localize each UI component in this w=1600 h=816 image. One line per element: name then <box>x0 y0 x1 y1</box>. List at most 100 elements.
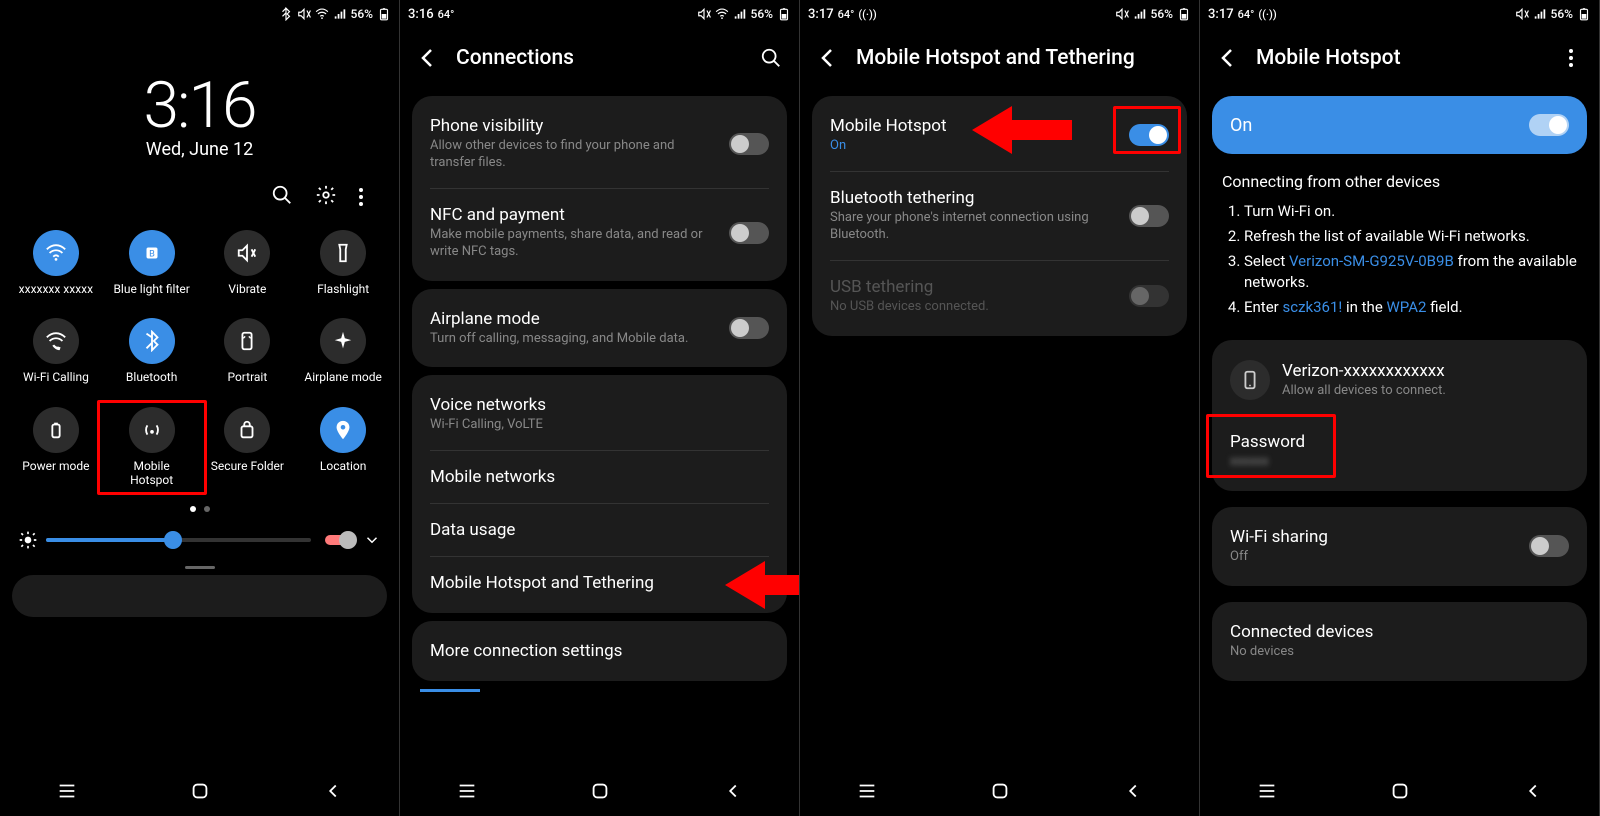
battery-icon <box>1177 7 1191 21</box>
qs-tile-flashlight[interactable]: Flashlight <box>295 230 391 296</box>
auto-brightness-toggle[interactable] <box>325 535 355 545</box>
password-row[interactable]: Password xxxxxx <box>1212 416 1587 487</box>
nav-home[interactable] <box>188 779 212 803</box>
row-title: Airplane mode <box>430 309 717 329</box>
brightness-slider[interactable] <box>46 538 311 542</box>
network-sub: Allow all devices to connect. <box>1282 383 1569 400</box>
qs-tile-wificalling[interactable]: Wi-Fi Calling <box>8 318 104 384</box>
qs-tile-vibrate[interactable]: Vibrate <box>200 230 296 296</box>
settings-row[interactable]: NFC and paymentMake mobile payments, sha… <box>412 189 787 277</box>
nav-back[interactable] <box>1121 779 1145 803</box>
row-toggle[interactable] <box>729 222 769 244</box>
nav-back[interactable] <box>1521 779 1545 803</box>
portrait-icon <box>224 318 270 364</box>
settings-card: Airplane modeTurn off calling, messaging… <box>412 289 787 368</box>
qs-grid: xxxxxxx xxxxx BBlue light filterVibrateFl… <box>0 220 399 498</box>
wifishare-label: Wi-Fi sharing <box>1230 527 1517 547</box>
page-title: Mobile Hotspot <box>1256 46 1543 70</box>
qs-tile-wifi[interactable]: xxxxxxx xxxxx <box>8 230 104 296</box>
phone-tethering: 3:17 64° ((·)) 56% Mobile Hotspot and Te… <box>800 0 1200 816</box>
instruction-step: Select Verizon-SM-G925V-0B9B from the av… <box>1244 251 1577 293</box>
hotspot-on-bar[interactable]: On <box>1212 96 1587 154</box>
network-card: Verizon-xxxxxxxxxxxx Allow all devices t… <box>1212 340 1587 491</box>
password-label: Password <box>1230 432 1569 452</box>
settings-card: More connection settings <box>412 621 787 681</box>
search-button[interactable] <box>759 46 783 70</box>
row-toggle <box>1129 285 1169 307</box>
row-toggle[interactable] <box>1129 205 1169 227</box>
qs-tile-bluetooth[interactable]: Bluetooth <box>104 318 200 384</box>
connected-card: Connected devices No devices <box>1212 602 1587 681</box>
mute-icon <box>297 7 311 21</box>
nav-recents[interactable] <box>855 779 879 803</box>
qs-tile-location[interactable]: Location <box>295 407 391 488</box>
nav-home[interactable] <box>988 779 1012 803</box>
settings-row[interactable]: Mobile HotspotOn <box>812 100 1187 171</box>
connected-sub: No devices <box>1230 644 1569 661</box>
navbar <box>0 766 399 816</box>
settings-row[interactable]: Bluetooth tetheringShare your phone's in… <box>812 172 1187 260</box>
wifi-icon <box>33 230 79 276</box>
qs-tile-airplane[interactable]: Airplane mode <box>295 318 391 384</box>
more-button[interactable] <box>1559 46 1583 70</box>
instructions-heading: Connecting from other devices <box>1222 172 1577 191</box>
hotspot-icon: ((·)) <box>858 8 876 21</box>
mute-icon <box>697 7 711 21</box>
settings-row[interactable]: More connection settings <box>412 625 787 677</box>
settings-card: Phone visibilityAllow other devices to f… <box>412 96 787 281</box>
qs-tile-portrait[interactable]: Portrait <box>200 318 296 384</box>
mute-icon <box>1115 7 1129 21</box>
search-icon[interactable] <box>271 184 293 210</box>
hotspot-toggle[interactable] <box>1529 114 1569 136</box>
chevron-down-icon[interactable] <box>363 531 381 549</box>
location-icon <box>320 407 366 453</box>
nav-back[interactable] <box>321 779 345 803</box>
header: Mobile Hotspot and Tethering <box>800 28 1199 88</box>
qs-tile-bluelight[interactable]: BBlue light filter <box>104 230 200 296</box>
page-title: Connections <box>456 46 743 70</box>
nav-recents[interactable] <box>455 779 479 803</box>
settings-row[interactable]: Voice networksWi-Fi Calling, VoLTE <box>412 379 787 450</box>
network-row[interactable]: Verizon-xxxxxxxxxxxx Allow all devices t… <box>1212 344 1587 416</box>
notification[interactable] <box>12 575 387 617</box>
brightness-row <box>0 520 399 560</box>
settings-row[interactable]: Mobile Hotspot and Tethering <box>412 557 787 609</box>
row-toggle[interactable] <box>1129 124 1169 146</box>
wifishare-toggle[interactable] <box>1529 535 1569 557</box>
wifi-icon <box>315 7 329 21</box>
wifishare-row[interactable]: Wi-Fi sharing Off <box>1212 511 1587 582</box>
battery-icon <box>777 7 791 21</box>
nav-back[interactable] <box>721 779 745 803</box>
qs-label: Location <box>320 459 366 473</box>
row-title: More connection settings <box>430 641 769 661</box>
gear-icon[interactable] <box>315 184 337 210</box>
settings-row[interactable]: Data usage <box>412 504 787 556</box>
back-button[interactable] <box>816 46 840 70</box>
qs-tile-power[interactable]: Power mode <box>8 407 104 488</box>
qs-tile-secure[interactable]: Secure Folder <box>200 407 296 488</box>
qs-label: xxxxxxx xxxxx <box>19 282 93 296</box>
row-subtitle: On <box>830 138 1117 155</box>
qs-tile-hotspot[interactable]: Mobile Hotspot <box>97 400 207 495</box>
settings-row[interactable]: Airplane modeTurn off calling, messaging… <box>412 293 787 364</box>
row-title: USB tethering <box>830 277 1117 297</box>
signal-icon <box>333 7 347 21</box>
settings-row[interactable]: Phone visibilityAllow other devices to f… <box>412 100 787 188</box>
nav-recents[interactable] <box>55 779 79 803</box>
panel-handle[interactable] <box>185 566 215 569</box>
password-value: xxxxxx <box>1230 454 1569 471</box>
nav-home[interactable] <box>1388 779 1412 803</box>
signal-icon <box>733 7 747 21</box>
clock-time: 3:16 <box>0 68 399 143</box>
connected-row[interactable]: Connected devices No devices <box>1212 606 1587 677</box>
settings-row[interactable]: Mobile networks <box>412 451 787 503</box>
row-title: Data usage <box>430 520 769 540</box>
row-toggle[interactable] <box>729 133 769 155</box>
nav-recents[interactable] <box>1255 779 1279 803</box>
back-button[interactable] <box>416 46 440 70</box>
nav-home[interactable] <box>588 779 612 803</box>
wifishare-card: Wi-Fi sharing Off <box>1212 507 1587 586</box>
back-button[interactable] <box>1216 46 1240 70</box>
more-icon[interactable] <box>359 188 363 206</box>
row-toggle[interactable] <box>729 317 769 339</box>
